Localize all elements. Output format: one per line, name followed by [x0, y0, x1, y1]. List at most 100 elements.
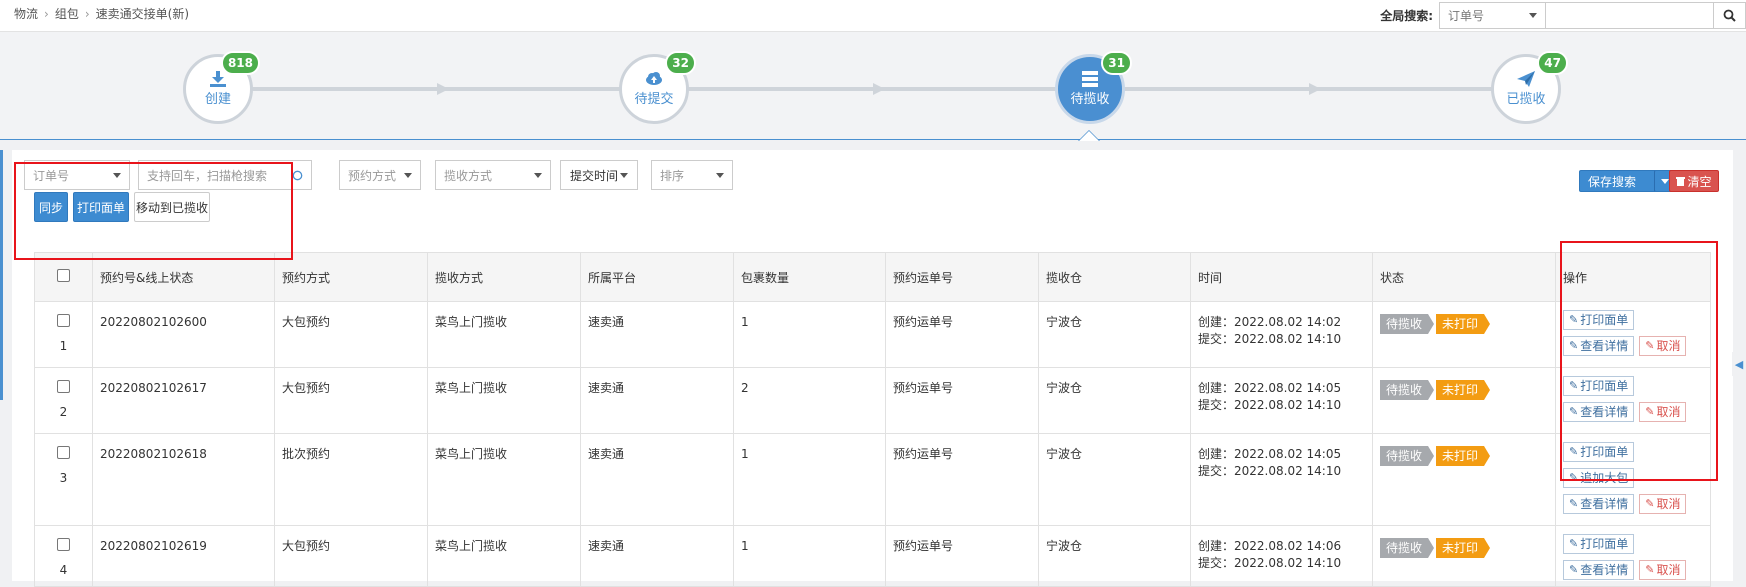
row-checkbox[interactable] [57, 314, 70, 327]
active-step-pointer-fill [1079, 131, 1099, 141]
row-select-cell: 4 [34, 525, 93, 587]
package-count-cell: 1 [733, 301, 886, 368]
column-header[interactable]: 预约方式 [274, 252, 428, 302]
warehouse-cell: 宁波仓 [1038, 433, 1191, 526]
booking-method-cell: 批次预约 [274, 433, 428, 526]
table-row: 3 20220802102618 批次预约 菜鸟上门揽收 速卖通 1 预约运单号 宁波仓 创建：… [34, 433, 1711, 526]
booking-no-cell: 20220802102600 [92, 301, 275, 368]
status-cell: 待揽收 未打印 [1372, 301, 1556, 368]
waybill-no-cell: 预约运单号 [885, 367, 1039, 434]
column-header[interactable]: 揽收仓 [1038, 252, 1191, 302]
global-search-button[interactable] [1714, 1, 1746, 29]
row-action-label: 查看详情 [1580, 563, 1629, 577]
status-badge-pickup: 待揽收 [1380, 538, 1435, 558]
step-pending-submit[interactable]: 待提交 32 [619, 51, 696, 124]
pickup-method-value: 揽收方式 [444, 168, 493, 183]
status-cell: 待揽收 未打印 [1372, 525, 1556, 587]
highlight-box-left [14, 162, 293, 260]
collapse-right-arrow[interactable]: ◀ [1732, 352, 1746, 376]
clear-button[interactable]: 清空 [1669, 170, 1719, 192]
row-select-cell: 3 [34, 433, 93, 526]
pickup-method-select[interactable]: 揽收方式 [435, 160, 551, 190]
submit-time-sort[interactable]: 提交时间 [560, 160, 638, 190]
caret-down-icon [404, 172, 412, 178]
sort-select[interactable]: 排序 [651, 160, 733, 190]
edit-icon: ✎ [1645, 563, 1655, 576]
steps-track [252, 83, 1493, 95]
step-count-badge: 31 [1101, 51, 1132, 75]
time-cell: 创建：2022.08.02 14:06 提交：2022.08.02 14:10 [1190, 525, 1373, 587]
row-checkbox[interactable] [57, 380, 70, 393]
time-cell: 创建：2022.08.02 14:05 提交：2022.08.02 14:10 [1190, 433, 1373, 526]
download-icon [210, 71, 226, 87]
pickup-method-cell: 菜鸟上门揽收 [427, 433, 581, 526]
caret-down-icon [1529, 12, 1537, 18]
status-badge-pickup: 待揽收 [1380, 446, 1435, 466]
step-create[interactable]: 创建 818 [183, 51, 260, 124]
breadcrumb-separator: › [84, 6, 90, 21]
step-label: 已揽收 [1506, 92, 1546, 107]
row-actions: ✎ 打印面单 ✎ 查看详情 ✎ 取消 [1563, 534, 1713, 586]
row-action-button[interactable]: ✎ 取消 [1639, 494, 1687, 514]
select-all-checkbox[interactable] [57, 269, 70, 282]
time-cell: 创建：2022.08.02 14:05 提交：2022.08.02 14:10 [1190, 367, 1373, 434]
main-panel: 订单号 支持回车，扫描枪搜索 预约方式 揽收方式 提交时间 排序 保存搜索 清空… [12, 150, 1733, 587]
row-action-button[interactable]: ✎ 查看详情 [1563, 560, 1635, 580]
row-action-button[interactable]: ✎ 取消 [1639, 560, 1687, 580]
row-action-button[interactable]: ✎ 查看详情 [1563, 494, 1635, 514]
status-cell: 待揽收 未打印 [1372, 367, 1556, 434]
step-collected[interactable]: 已揽收 47 [1491, 51, 1568, 124]
column-header[interactable]: 时间 [1190, 252, 1373, 302]
search-icon [1723, 9, 1736, 22]
booking-no-cell: 20220802102618 [92, 433, 275, 526]
edit-icon: ✎ [1645, 497, 1655, 510]
column-header[interactable]: 状态 [1372, 252, 1556, 302]
row-index: 2 [59, 405, 68, 419]
step-count-badge: 32 [665, 51, 696, 75]
status-cell: 待揽收 未打印 [1372, 433, 1556, 526]
booking-method-select[interactable]: 预约方式 [339, 160, 421, 190]
column-header[interactable]: 揽收方式 [427, 252, 581, 302]
breadcrumb-separator: › [44, 6, 49, 21]
booking-no-cell: 20220802102617 [92, 367, 275, 434]
platform-cell: 速卖通 [580, 367, 734, 434]
booking-method-value: 预约方式 [348, 168, 397, 183]
edit-icon: ✎ [1569, 537, 1579, 550]
row-checkbox[interactable] [57, 538, 70, 551]
step-count-badge: 47 [1537, 51, 1568, 75]
global-search-field-select[interactable]: 订单号 [1439, 1, 1546, 29]
row-action-label: 取消 [1656, 497, 1681, 511]
created-time: 创建：2022.08.02 14:02 [1198, 315, 1342, 329]
warehouse-cell: 宁波仓 [1038, 367, 1191, 434]
warehouse-cell: 宁波仓 [1038, 301, 1191, 368]
row-index: 1 [59, 339, 68, 353]
time-cell: 创建：2022.08.02 14:02 提交：2022.08.02 14:10 [1190, 301, 1373, 368]
row-action-label: 取消 [1656, 563, 1681, 577]
workflow-steps: 创建 818 待提交 32 待揽收 31 已揽收 47 [0, 32, 1746, 140]
table-row: 1 20220802102600 大包预约 菜鸟上门揽收 速卖通 1 预约运单号 宁波仓 创建：… [34, 301, 1711, 368]
submitted-time: 提交：2022.08.02 14:10 [1198, 464, 1342, 478]
row-action-button[interactable]: ✎ 打印面单 [1563, 534, 1635, 554]
global-search-input[interactable] [1546, 1, 1714, 29]
save-search-button[interactable]: 保存搜索 [1579, 170, 1665, 192]
breadcrumb-logistics[interactable]: 物流 [14, 5, 38, 22]
platform-cell: 速卖通 [580, 433, 734, 526]
breadcrumb-package[interactable]: 组包 [55, 5, 79, 22]
platform-cell: 速卖通 [580, 525, 734, 587]
row-index: 3 [59, 471, 68, 485]
created-time: 创建：2022.08.02 14:06 [1198, 539, 1342, 553]
cloud-upload-icon [646, 72, 662, 85]
column-header[interactable]: 预约运单号 [885, 252, 1039, 302]
row-checkbox[interactable] [57, 446, 70, 459]
step-pending-pickup[interactable]: 待揽收 31 [1055, 51, 1132, 124]
column-header[interactable]: 所属平台 [580, 252, 734, 302]
row-action-label: 打印面单 [1580, 537, 1629, 551]
column-header[interactable]: 包裹数量 [733, 252, 886, 302]
clear-label: 清空 [1687, 174, 1712, 189]
step-label: 创建 [204, 92, 231, 107]
step-count-badge: 818 [220, 51, 260, 75]
booking-no-cell: 20220802102619 [92, 525, 275, 587]
waybill-no-cell: 预约运单号 [885, 525, 1039, 587]
sort-value: 排序 [660, 168, 685, 183]
actions-cell: ✎ 打印面单 ✎ 查看详情 ✎ 取消 [1555, 525, 1713, 587]
